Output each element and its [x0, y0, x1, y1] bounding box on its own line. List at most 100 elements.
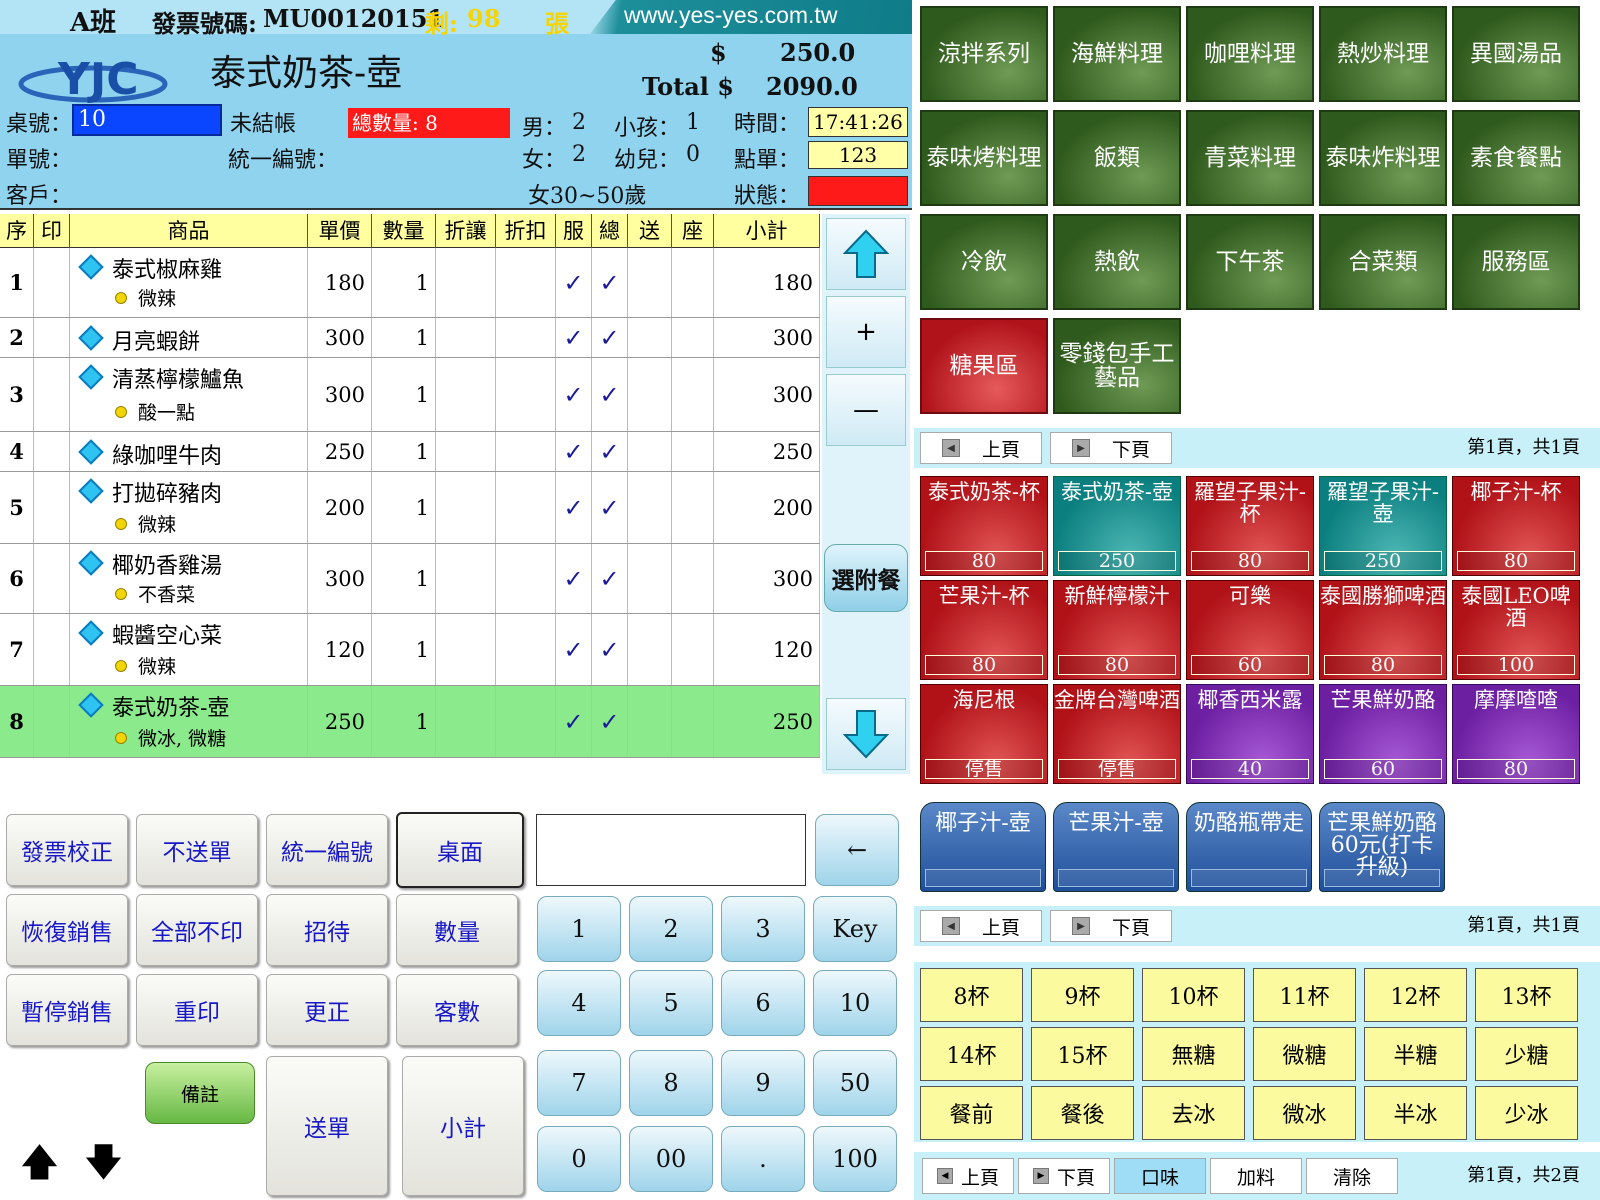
key-dot[interactable]: . — [721, 1126, 805, 1192]
table-row[interactable]: 5 打拋碎豬肉 微辣 200 1 ✓ ✓ 200 — [0, 472, 820, 544]
product-button[interactable]: 泰國LEO啤酒 100 — [1452, 580, 1580, 680]
category-button[interactable]: 零錢包手工藝品 — [1053, 318, 1181, 414]
category-button[interactable]: 熱飲 — [1053, 214, 1181, 310]
select-addon-button[interactable]: 選附餐 — [824, 544, 908, 612]
key-7[interactable]: 7 — [537, 1050, 621, 1116]
option-button[interactable]: 餐後 — [1031, 1086, 1134, 1140]
option-button[interactable]: 半糖 — [1364, 1027, 1467, 1081]
option-button[interactable]: 8杯 — [920, 968, 1023, 1022]
note-button[interactable]: 備註 — [145, 1062, 255, 1124]
category-button[interactable]: 冷飲 — [920, 214, 1048, 310]
table-row[interactable]: 6 椰奶香雞湯 不香菜 300 1 ✓ ✓ 300 — [0, 544, 820, 614]
product-next-button[interactable]: ▶ 下頁 — [1050, 910, 1172, 942]
no-send-button[interactable]: 不送單 — [136, 814, 258, 886]
product-button[interactable]: 摩摩喳喳 80 — [1452, 684, 1580, 784]
product-button[interactable]: 椰子汁-杯 80 — [1452, 476, 1580, 576]
key-00[interactable]: 00 — [629, 1126, 713, 1192]
desktop-button[interactable]: 桌面 — [396, 812, 524, 888]
option-button[interactable]: 半冰 — [1364, 1086, 1467, 1140]
key-8[interactable]: 8 — [629, 1050, 713, 1116]
category-button[interactable]: 下午茶 — [1186, 214, 1314, 310]
key-0[interactable]: 0 — [537, 1126, 621, 1192]
option-button[interactable]: 微糖 — [1253, 1027, 1356, 1081]
option-button[interactable]: 去冰 — [1142, 1086, 1245, 1140]
key-6[interactable]: 6 — [721, 970, 805, 1036]
option-next-button[interactable]: ▶ 下頁 — [1018, 1158, 1110, 1194]
combo-button[interactable]: 椰子汁-壺 — [920, 802, 1046, 892]
backspace-key[interactable]: ← — [815, 814, 899, 886]
tab-flavor[interactable]: 口味 — [1114, 1158, 1206, 1194]
reprint-button[interactable]: 重印 — [136, 974, 258, 1046]
invoice-correction-button[interactable]: 發票校正 — [6, 814, 128, 886]
category-button[interactable]: 咖哩料理 — [1186, 6, 1314, 102]
category-button[interactable]: 泰味炸料理 — [1319, 110, 1447, 206]
key-5[interactable]: 5 — [629, 970, 713, 1036]
product-button[interactable]: 芒果汁-杯 80 — [920, 580, 1048, 680]
key-key[interactable]: Key — [813, 896, 897, 962]
tab-addon[interactable]: 加料 — [1210, 1158, 1302, 1194]
key-50[interactable]: 50 — [813, 1050, 897, 1116]
product-button[interactable]: 泰式奶茶-杯 80 — [920, 476, 1048, 576]
category-button[interactable]: 海鮮料理 — [1053, 6, 1181, 102]
table-row[interactable]: 8 泰式奶茶-壺 微冰, 微糖 250 1 ✓ ✓ 250 — [0, 686, 820, 758]
option-button[interactable]: 無糖 — [1142, 1027, 1245, 1081]
category-button[interactable]: 糖果區 — [920, 318, 1048, 414]
key-4[interactable]: 4 — [537, 970, 621, 1036]
key-2[interactable]: 2 — [629, 896, 713, 962]
category-button[interactable]: 異國湯品 — [1452, 6, 1580, 102]
correct-button[interactable]: 更正 — [266, 974, 388, 1046]
table-row[interactable]: 7 蝦醬空心菜 微辣 120 1 ✓ ✓ 120 — [0, 614, 820, 686]
option-button[interactable]: 12杯 — [1364, 968, 1467, 1022]
pause-sale-button[interactable]: 暫停銷售 — [6, 974, 128, 1046]
table-row[interactable]: 1 泰式椒麻雞 微辣 180 1 ✓ ✓ 180 — [0, 248, 820, 318]
category-next-button[interactable]: ▶ 下頁 — [1050, 432, 1172, 464]
product-button[interactable]: 羅望子果汁-杯 80 — [1186, 476, 1314, 576]
option-button[interactable]: 11杯 — [1253, 968, 1356, 1022]
combo-button[interactable]: 奶酪瓶帶走 — [1186, 802, 1312, 892]
category-button[interactable]: 涼拌系列 — [920, 6, 1048, 102]
option-button[interactable]: 少糖 — [1475, 1027, 1578, 1081]
category-button[interactable]: 熱炒料理 — [1319, 6, 1447, 102]
product-button[interactable]: 海尼根 停售 — [920, 684, 1048, 784]
decrease-button[interactable]: — — [826, 374, 906, 446]
clear-button[interactable]: 清除 — [1306, 1158, 1398, 1194]
subtotal-button[interactable]: 小計 — [402, 1056, 524, 1196]
product-button[interactable]: 新鮮檸檬汁 80 — [1053, 580, 1181, 680]
product-button[interactable]: 椰香西米露 40 — [1186, 684, 1314, 784]
down-arrow-icon[interactable]: 🡇 — [84, 1134, 123, 1199]
option-button[interactable]: 微冰 — [1253, 1086, 1356, 1140]
option-button[interactable]: 15杯 — [1031, 1027, 1134, 1081]
scroll-down-button[interactable] — [826, 698, 906, 770]
no-print-all-button[interactable]: 全部不印 — [136, 894, 258, 966]
option-button[interactable]: 10杯 — [1142, 968, 1245, 1022]
key-3[interactable]: 3 — [721, 896, 805, 962]
send-order-button[interactable]: 送單 — [266, 1056, 388, 1196]
guest-count-button[interactable]: 客數 — [396, 974, 518, 1046]
up-arrow-icon[interactable]: 🡅 — [20, 1134, 59, 1199]
scroll-up-button[interactable] — [826, 218, 906, 290]
option-button[interactable]: 餐前 — [920, 1086, 1023, 1140]
category-button[interactable]: 服務區 — [1452, 214, 1580, 310]
product-button[interactable]: 羅望子果汁-壺 250 — [1319, 476, 1447, 576]
product-button[interactable]: 金牌台灣啤酒 停售 — [1053, 684, 1181, 784]
option-button[interactable]: 9杯 — [1031, 968, 1134, 1022]
key-9[interactable]: 9 — [721, 1050, 805, 1116]
key-1[interactable]: 1 — [537, 896, 621, 962]
product-button[interactable]: 泰式奶茶-壺 250 — [1053, 476, 1181, 576]
product-button[interactable]: 泰國勝獅啤酒 80 — [1319, 580, 1447, 680]
category-button[interactable]: 合菜類 — [1319, 214, 1447, 310]
table-row[interactable]: 3 清蒸檸檬鱸魚 酸一點 300 1 ✓ ✓ 300 — [0, 358, 820, 432]
option-prev-button[interactable]: ◀ 上頁 — [922, 1158, 1014, 1194]
quantity-button[interactable]: 數量 — [396, 894, 518, 966]
product-button[interactable]: 可樂 60 — [1186, 580, 1314, 680]
treat-button[interactable]: 招待 — [266, 894, 388, 966]
increase-button[interactable]: + — [826, 296, 906, 368]
option-button[interactable]: 13杯 — [1475, 968, 1578, 1022]
key-100[interactable]: 100 — [813, 1126, 897, 1192]
option-button[interactable]: 14杯 — [920, 1027, 1023, 1081]
key-10[interactable]: 10 — [813, 970, 897, 1036]
category-button[interactable]: 青菜料理 — [1186, 110, 1314, 206]
table-row[interactable]: 4 綠咖哩牛肉 250 1 ✓ ✓ 250 — [0, 432, 820, 472]
category-button[interactable]: 素食餐點 — [1452, 110, 1580, 206]
product-prev-button[interactable]: ◀ 上頁 — [920, 910, 1042, 942]
